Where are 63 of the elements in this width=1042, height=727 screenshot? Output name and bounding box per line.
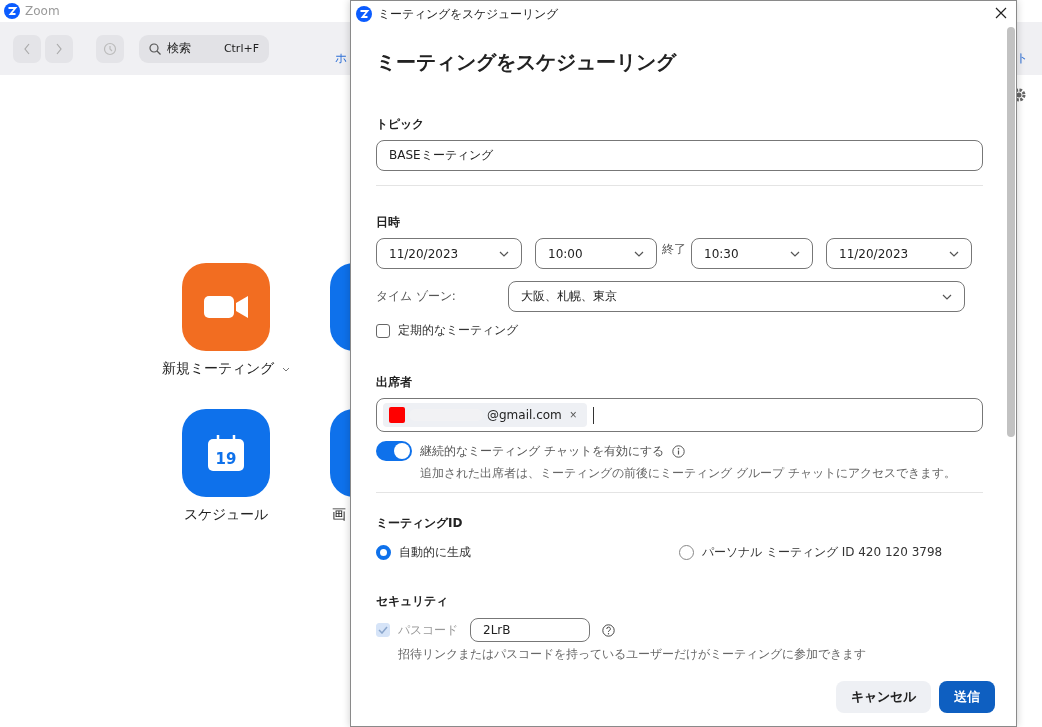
toggle-switch[interactable] bbox=[376, 441, 412, 461]
tile-label: スケジュール bbox=[184, 506, 268, 524]
history-button[interactable] bbox=[96, 34, 124, 63]
clock-icon bbox=[103, 41, 117, 56]
attendee-field[interactable]: @gmail.com × bbox=[376, 398, 983, 432]
app-logo-icon bbox=[4, 3, 20, 19]
close-icon bbox=[995, 7, 1007, 19]
caret-icon bbox=[499, 250, 509, 257]
tile-label: 画 bbox=[332, 506, 346, 524]
section-label: セキュリティ bbox=[376, 593, 449, 610]
radio-button[interactable] bbox=[376, 545, 391, 560]
help-text: 追加された出席者は、ミーティングの前後にミーティング グループ チャットにアクセスできます。 bbox=[420, 465, 957, 482]
help-icon bbox=[602, 623, 615, 637]
info-icon bbox=[671, 444, 685, 458]
video-camera-icon bbox=[204, 294, 248, 320]
search-icon bbox=[149, 42, 161, 55]
app-title: Zoom bbox=[25, 4, 60, 18]
app-logo-icon bbox=[356, 6, 372, 22]
section-label: 日時 bbox=[376, 214, 401, 231]
forward-button[interactable] bbox=[45, 34, 73, 63]
caret-icon bbox=[790, 250, 800, 257]
back-button[interactable] bbox=[13, 34, 41, 63]
date-dropdown[interactable]: 11/20/2023 bbox=[376, 238, 522, 269]
checkmark-icon bbox=[378, 626, 388, 634]
scrollbar[interactable] bbox=[1007, 27, 1015, 437]
tab-label[interactable]: ホ bbox=[335, 50, 347, 67]
toggle-label: 継続的なミーティング チャットを有効にする bbox=[420, 442, 664, 460]
radio-label: 自動的に生成 bbox=[399, 544, 471, 561]
timezone-dropdown[interactable]: 大阪、札幌、東京 bbox=[508, 281, 965, 312]
time-dropdown[interactable]: 10:00 bbox=[535, 238, 657, 269]
caret-icon bbox=[949, 250, 959, 257]
time-dropdown[interactable]: 10:30 bbox=[691, 238, 813, 269]
tab-label[interactable]: ト bbox=[1016, 50, 1028, 67]
caret-icon bbox=[942, 293, 952, 300]
section-label: トピック bbox=[376, 116, 425, 133]
shortcut-hint: Ctrl+F bbox=[223, 42, 259, 55]
remove-button[interactable]: × bbox=[565, 408, 581, 422]
attendee-chip[interactable]: @gmail.com × bbox=[383, 403, 587, 427]
caret-icon bbox=[634, 250, 644, 257]
avatar-square bbox=[389, 407, 405, 423]
app-tile[interactable] bbox=[182, 263, 270, 351]
app-tile[interactable]: 19 bbox=[182, 409, 270, 497]
chevron-left-icon bbox=[23, 42, 31, 55]
help-text: 招待リンクまたはパスコードを持っているユーザーだけがミーティングに参加できます bbox=[398, 646, 867, 663]
text-cursor bbox=[592, 406, 594, 424]
cancel-button[interactable]: キャンセル bbox=[836, 681, 931, 713]
checkbox[interactable] bbox=[376, 323, 390, 338]
end-label: 終了 bbox=[662, 241, 686, 258]
radio-label: パーソナル ミーティング ID 420 120 3798 bbox=[702, 544, 943, 561]
submit-button[interactable]: 送信 bbox=[939, 681, 995, 713]
date-dropdown[interactable]: 11/20/2023 bbox=[826, 238, 972, 269]
chevron-right-icon bbox=[55, 42, 63, 55]
search-field[interactable]: 検索 Ctrl+F bbox=[139, 34, 269, 63]
section-label: 出席者 bbox=[376, 374, 413, 391]
section-label: ミーティングID bbox=[376, 515, 464, 532]
checkbox-label: 定期的なミーティング bbox=[398, 322, 518, 339]
topic-field[interactable]: BASEミーティング bbox=[376, 140, 983, 171]
window-title: ミーティングをスケジューリング bbox=[378, 5, 558, 23]
timezone-label: タイム ゾーン: bbox=[376, 288, 457, 305]
checkbox-label: パスコード bbox=[398, 621, 458, 639]
tile-label: 新規ミーティング bbox=[162, 360, 274, 378]
dialog-heading: ミーティングをスケジューリング bbox=[376, 49, 678, 76]
email-text: @gmail.com bbox=[487, 408, 562, 422]
